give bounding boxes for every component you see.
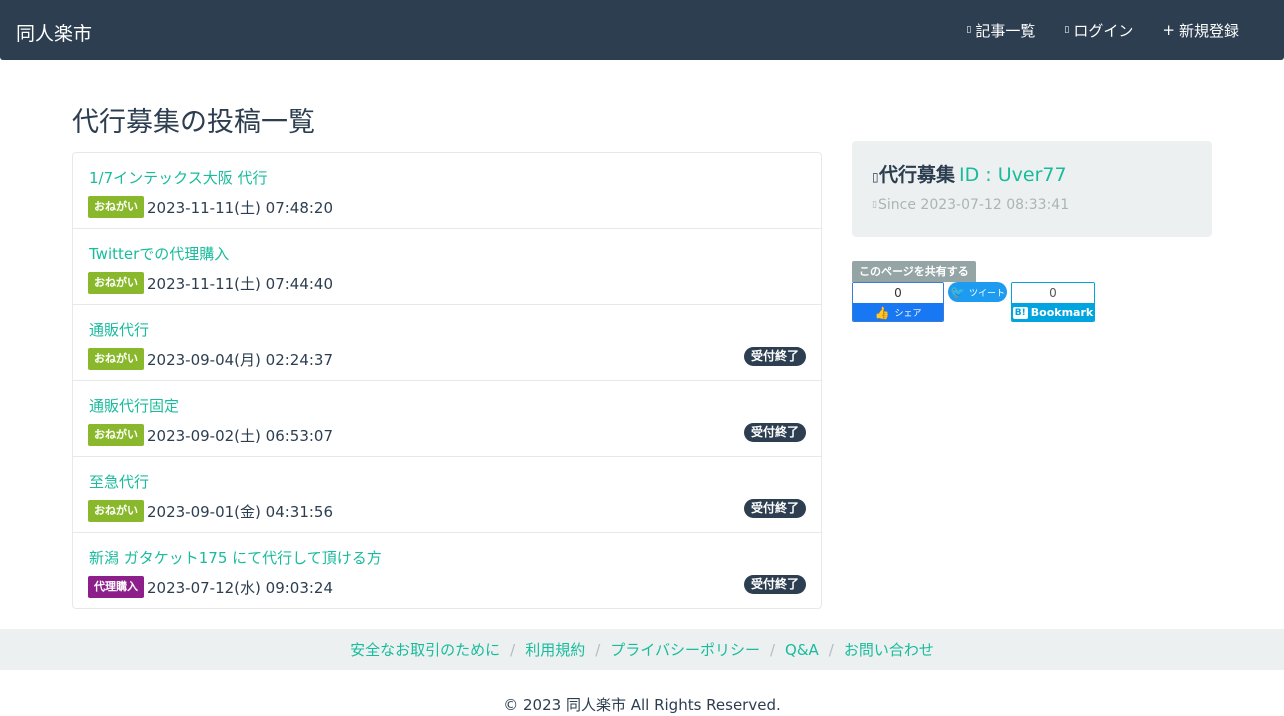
facebook-share-count: 0 — [853, 283, 943, 303]
category-tag: おねがい — [88, 348, 144, 370]
profile-card: ▯ 代行募集 ID : Uver77 ▯ Since 2023-07-12 08… — [852, 141, 1212, 237]
profile-id-link[interactable]: ID : Uver77 — [959, 164, 1067, 186]
nav-link-label: 記事一覧 — [975, 21, 1036, 40]
thumbs-up-icon: 👍 — [874, 305, 890, 320]
list-item: Twitterでの代理購入 おねがい 2023-11-11(土) 07:44:4… — [73, 229, 821, 305]
post-title-link[interactable]: 通販代行 — [89, 319, 149, 340]
post-meta: おねがい 2023-11-11(土) 07:48:20 — [88, 196, 333, 218]
nav-link-label: ログイン — [1073, 21, 1134, 40]
twitter-bird-icon: 🐦 — [950, 285, 965, 299]
post-date: 2023-09-04(月) 02:24:37 — [147, 350, 334, 369]
nav-article-list-link[interactable]: ▯ 記事一覧 — [966, 20, 1035, 41]
since-text: Since 2023-07-12 08:33:41 — [878, 197, 1070, 213]
post-meta: おねがい 2023-09-02(土) 06:53:07 — [88, 424, 333, 446]
share-label: このページを共有する — [852, 261, 976, 282]
footer-separator: / — [769, 640, 776, 659]
footer-separator: / — [828, 640, 834, 659]
status-badge: 受付終了 — [743, 423, 806, 442]
post-title-link[interactable]: 通販代行固定 — [89, 395, 179, 416]
status-badge: 受付終了 — [743, 575, 806, 594]
page-title: 代行募集の投稿一覧 — [72, 107, 315, 138]
post-date: 2023-07-12(水) 09:03:24 — [147, 578, 334, 597]
list-item: 通販代行 おねがい 2023-09-04(月) 02:24:37 受付終了 — [73, 305, 821, 381]
category-tag: おねがい — [88, 424, 144, 446]
hatena-bookmark-count: 0 — [1012, 283, 1094, 303]
plus-icon: + — [1162, 21, 1175, 39]
hatena-b-icon: B! — [1012, 306, 1028, 319]
facebook-share-label: シェア — [894, 309, 922, 319]
post-list: 1/7インテックス大阪 代行 おねがい 2023-11-11(土) 07:48:… — [72, 152, 822, 609]
status-badge: 受付終了 — [743, 499, 806, 518]
list-item: 通販代行固定 おねがい 2023-09-02(土) 06:53:07 受付終了 — [73, 381, 821, 457]
hatena-bookmark-label: Bookmark — [1030, 306, 1094, 319]
post-meta: おねがい 2023-09-04(月) 02:24:37 — [88, 348, 333, 370]
list-item: 至急代行 おねがい 2023-09-01(金) 04:31:56 受付終了 — [73, 457, 821, 533]
footer-link-contact[interactable]: お問い合わせ — [844, 639, 934, 660]
post-meta: 代理購入 2023-07-12(水) 09:03:24 — [88, 576, 333, 598]
footer-link-privacy[interactable]: プライバシーポリシー — [610, 639, 760, 660]
facebook-share-button[interactable]: 0 👍 シェア — [852, 282, 944, 322]
post-date: 2023-11-11(土) 07:48:20 — [147, 198, 334, 217]
profile-since: ▯ Since 2023-07-12 08:33:41 — [872, 197, 1069, 213]
category-tag: 代理購入 — [88, 576, 144, 598]
top-navbar: 同人楽市 ▯ 記事一覧 ▯ ログイン + 新規登録 — [0, 0, 1284, 60]
footer-link-terms[interactable]: 利用規約 — [525, 639, 585, 660]
twitter-tweet-button[interactable]: 🐦 ツイート — [948, 282, 1007, 302]
post-title-link[interactable]: 至急代行 — [89, 471, 149, 492]
post-title-link[interactable]: 1/7インテックス大阪 代行 — [89, 167, 267, 188]
status-badge: 受付終了 — [743, 347, 806, 366]
list-item: 1/7インテックス大阪 代行 おねがい 2023-11-11(土) 07:48:… — [73, 153, 821, 229]
list-item: 新潟 ガタケット175 にて代行して頂ける方 代理購入 2023-07-12(水… — [73, 533, 821, 608]
hatena-bookmark-button[interactable]: 0 B! Bookmark — [1011, 282, 1095, 322]
nav-links: ▯ 記事一覧 ▯ ログイン + 新規登録 — [966, 0, 1284, 60]
footer-links: 安全なお取引のために / 利用規約 / プライバシーポリシー / Q&A / お… — [0, 629, 1284, 670]
footer-link-safety[interactable]: 安全なお取引のために — [350, 639, 500, 660]
category-tag: おねがい — [88, 272, 144, 294]
nav-link-label: 新規登録 — [1178, 21, 1239, 40]
profile-name: 代行募集 — [879, 164, 956, 186]
twitter-tweet-label: ツイート — [968, 288, 1005, 299]
category-tag: おねがい — [88, 196, 144, 218]
post-meta: おねがい 2023-11-11(土) 07:44:40 — [88, 272, 333, 294]
footer-separator: / — [510, 640, 516, 659]
category-tag: おねがい — [88, 500, 144, 522]
footer-separator: / — [595, 640, 601, 659]
post-date: 2023-09-01(金) 04:31:56 — [147, 502, 334, 521]
post-meta: おねがい 2023-09-01(金) 04:31:56 — [88, 500, 333, 522]
footer-link-faq[interactable]: Q&A — [785, 641, 819, 659]
brand-logo[interactable]: 同人楽市 — [16, 19, 92, 46]
post-date: 2023-11-11(土) 07:44:40 — [147, 274, 334, 293]
post-title-link[interactable]: 新潟 ガタケット175 にて代行して頂ける方 — [89, 547, 382, 568]
post-date: 2023-09-02(土) 06:53:07 — [147, 426, 334, 445]
post-title-link[interactable]: Twitterでの代理購入 — [89, 243, 229, 264]
user-icon: ▯ — [872, 170, 879, 184]
nav-login-link[interactable]: ▯ ログイン — [1064, 20, 1133, 41]
profile-heading: ▯ 代行募集 ID : Uver77 — [872, 160, 1067, 187]
nav-register-link[interactable]: + 新規登録 — [1162, 20, 1239, 41]
login-icon: ▯ — [1064, 25, 1070, 35]
copyright: © 2023 同人楽市 All Rights Reserved. — [503, 696, 781, 714]
list-icon: ▯ — [966, 25, 972, 35]
